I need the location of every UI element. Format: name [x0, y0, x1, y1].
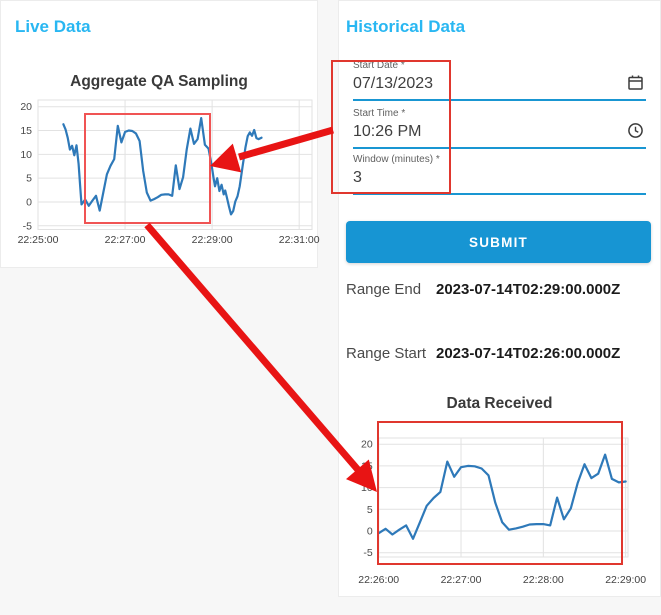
- x-axis-tick-label: 22:25:00: [18, 234, 59, 246]
- aggregate-chart-title: Aggregate QA Sampling: [70, 73, 248, 90]
- start-date-input[interactable]: 07/13/2023: [353, 75, 646, 93]
- window-minutes-input[interactable]: 3: [353, 169, 646, 187]
- clock-icon[interactable]: [627, 122, 644, 139]
- historical-data-panel: Historical Data Start Date * 07/13/2023 …: [338, 0, 661, 597]
- x-axis-tick-label: 22:27:00: [105, 234, 146, 246]
- y-axis-tick-label: -5: [23, 220, 32, 232]
- start-time-label: Start Time *: [353, 108, 406, 119]
- x-axis-tick-label: 22:31:00: [279, 234, 320, 246]
- x-axis-tick-label: 22:29:00: [192, 234, 233, 246]
- y-axis-tick-label: 10: [20, 149, 32, 161]
- start-time-input[interactable]: 10:26 PM: [353, 123, 646, 141]
- y-axis-tick-label: 0: [26, 196, 32, 208]
- historical-data-heading: Historical Data: [346, 17, 466, 36]
- start-date-field[interactable]: Start Date * 07/13/2023: [353, 57, 646, 101]
- range-end-value: 2023-07-14T02:29:00.000Z: [436, 281, 621, 298]
- y-axis-tick-label: -5: [363, 547, 372, 559]
- range-start-value: 2023-07-14T02:26:00.000Z: [436, 345, 621, 362]
- start-date-label: Start Date *: [353, 60, 405, 71]
- window-minutes-label: Window (minutes) *: [353, 154, 440, 165]
- y-axis-tick-label: 5: [26, 173, 32, 185]
- aggregate-qa-sampling-chart: 20 15 10 5 0 -5 22:25:00 22:27:00 22:29:00 22:31:…: [18, 99, 320, 246]
- y-axis-tick-label: 0: [367, 526, 373, 538]
- x-axis-tick-label: 22:29:00: [605, 574, 646, 586]
- range-start-label: Range Start: [346, 345, 427, 362]
- data-series-line: [377, 453, 627, 540]
- live-data-heading: Live Data: [15, 17, 91, 36]
- page: Live Data Aggregate QA Sampling 20 15 10 5 0…: [0, 0, 661, 615]
- window-minutes-field[interactable]: Window (minutes) * 3: [353, 151, 646, 195]
- data-received-chart: 20 15 10 5 0 -5 22:26:00 22:27:00 22:28:00 22:29:…: [358, 437, 646, 586]
- y-axis-tick-label: 15: [361, 460, 373, 472]
- x-axis-tick-label: 22:26:00: [358, 574, 399, 586]
- data-received-chart-title: Data Received: [446, 395, 553, 412]
- y-axis-tick-label: 5: [367, 504, 373, 516]
- x-axis-tick-label: 22:28:00: [523, 574, 564, 586]
- y-axis-tick-label: 20: [20, 101, 32, 113]
- range-end-row: Range End 2023-07-14T02:29:00.000Z: [346, 281, 620, 298]
- calendar-icon[interactable]: [627, 74, 644, 91]
- y-axis-tick-label: 20: [361, 439, 373, 451]
- y-axis-tick-label: 10: [361, 482, 373, 494]
- start-time-field[interactable]: Start Time * 10:26 PM: [353, 105, 646, 149]
- range-end-label: Range End: [346, 281, 422, 298]
- x-axis-tick-label: 22:27:00: [441, 574, 482, 586]
- data-series-line: [62, 117, 263, 216]
- submit-button[interactable]: SUBMIT: [346, 221, 651, 263]
- live-data-panel: Live Data Aggregate QA Sampling 20 15 10 5 0…: [0, 0, 320, 268]
- range-start-row: Range Start 2023-07-14T02:26:00.000Z: [346, 345, 620, 362]
- plot-border: [378, 437, 629, 558]
- y-axis-tick-label: 15: [20, 125, 32, 137]
